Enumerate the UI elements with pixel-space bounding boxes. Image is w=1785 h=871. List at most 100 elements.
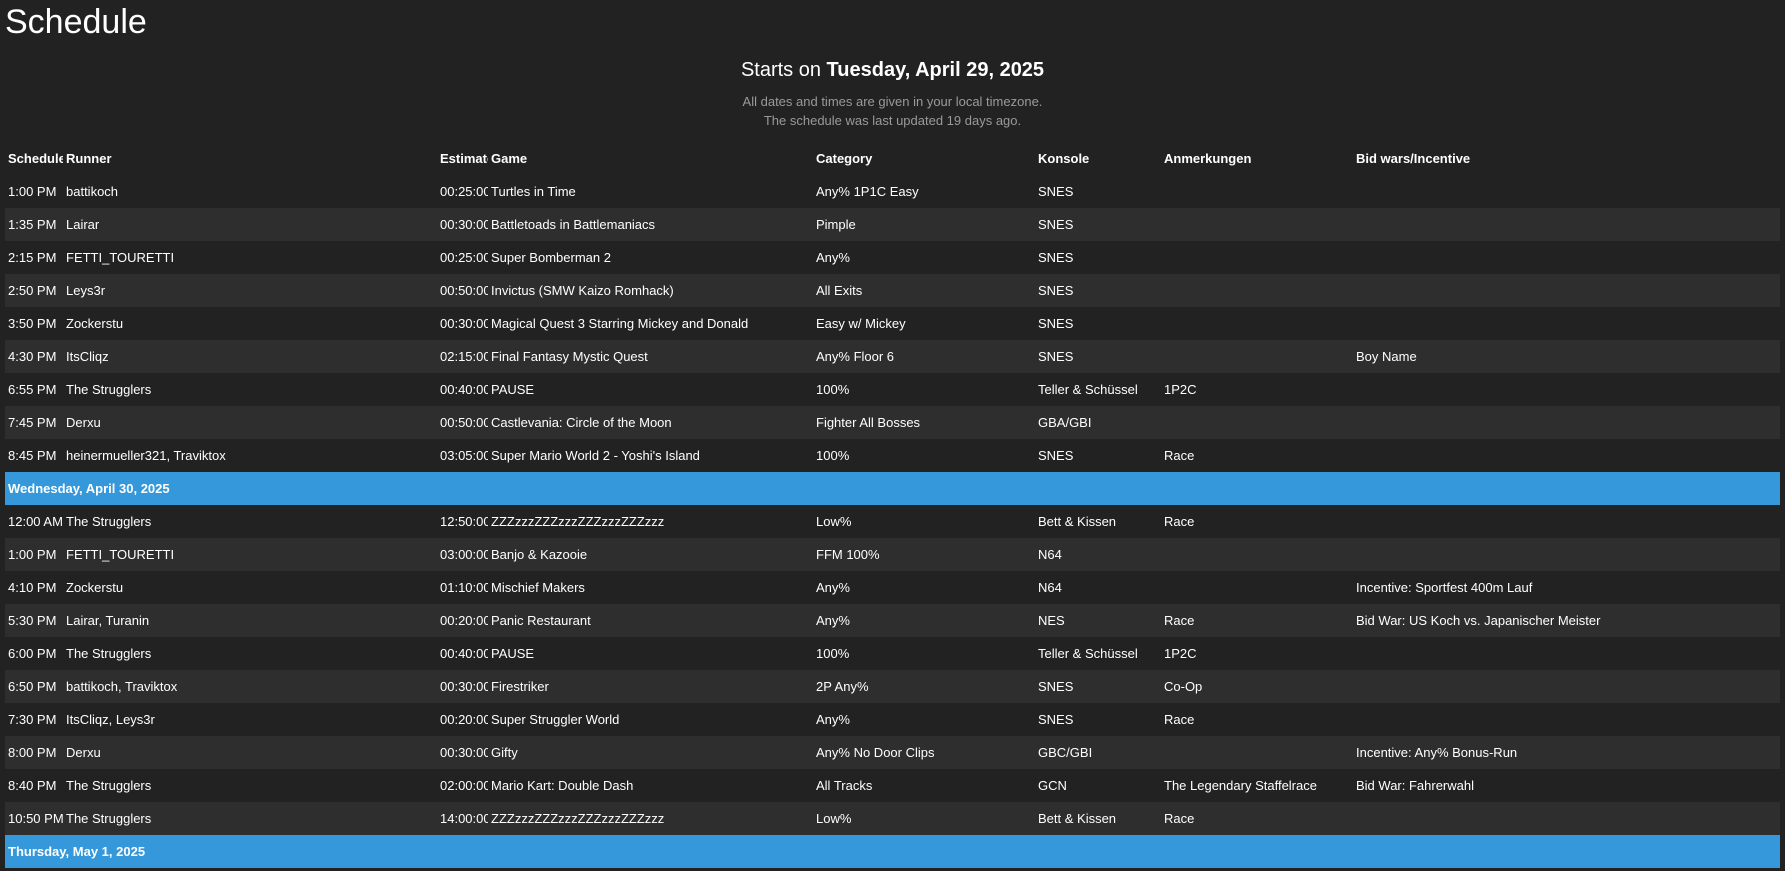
cell-scheduled-time: 1:35 PM: [8, 217, 57, 232]
cell-game: Magical Quest 3 Starring Mickey and Dona…: [491, 316, 749, 331]
cell-bid-war: [1353, 406, 1780, 439]
cell-console: SNES: [1038, 712, 1074, 727]
cell-bid-war: Bid War: Fahrerwahl: [1356, 778, 1474, 793]
cell-bid-war: [1353, 703, 1780, 736]
cell-scheduled-time: 10:50 PM: [8, 811, 63, 826]
cell-bid-war: Boy Name: [1356, 349, 1417, 364]
cell-game: Gifty: [491, 745, 518, 760]
cell-console: SNES: [1038, 184, 1074, 199]
cell-console: NES: [1038, 613, 1065, 628]
cell-scheduled-time: 8:45 PM: [8, 448, 57, 463]
cell-category: Low%: [816, 514, 852, 529]
cell-runner: ItsCliqz: [66, 349, 109, 364]
cell-notes: 1P2C: [1164, 646, 1197, 661]
cell-runner: Lairar: [66, 217, 100, 232]
schedule-row: 5:30 PM Lairar, Turanin 00:20:00 Panic Rest…: [5, 604, 1780, 637]
schedule-table-header: Scheduled Runner Estimate Game Category …: [5, 142, 1780, 175]
cell-console: Bett & Kissen: [1038, 514, 1117, 529]
cell-scheduled-time: 6:50 PM: [8, 679, 57, 694]
cell-bid-war: [1353, 208, 1780, 241]
cell-runner: heinermueller321, Traviktox: [66, 448, 226, 463]
cell-scheduled-time: 8:00 PM: [8, 745, 57, 760]
cell-runner: FETTI_TOURETTI: [66, 547, 175, 562]
cell-category: 100%: [816, 382, 850, 397]
schedule-table-body: 1:00 PM battikoch 00:25:00 Turtles in Time A…: [5, 175, 1780, 868]
column-header-notes: Anmerkungen: [1164, 151, 1252, 166]
schedule-row: 8:40 PM The Strugglers 02:00:00 Mario Kart:…: [5, 769, 1780, 802]
cell-notes: [1161, 736, 1353, 769]
cell-category: Any% No Door Clips: [816, 745, 935, 760]
cell-console: N64: [1038, 547, 1062, 562]
cell-category: Low%: [816, 811, 852, 826]
day-divider-label: Thursday, May 1, 2025: [5, 835, 1780, 868]
column-header-bid-wars: Bid wars/Incentive: [1356, 151, 1471, 166]
cell-notes: [1161, 208, 1353, 241]
cell-category: Fighter All Bosses: [816, 415, 921, 430]
cell-scheduled-time: 5:30 PM: [8, 613, 57, 628]
column-header-scheduled: Scheduled: [8, 151, 63, 166]
column-header-estimate: Estimate: [440, 151, 488, 166]
cell-notes: [1161, 406, 1353, 439]
column-header-runner: Runner: [66, 151, 112, 166]
cell-category: Pimple: [816, 217, 856, 232]
cell-scheduled-time: 2:15 PM: [8, 250, 57, 265]
cell-runner: FETTI_TOURETTI: [66, 250, 175, 265]
cell-notes: [1161, 274, 1353, 307]
cell-runner: The Strugglers: [66, 646, 152, 661]
cell-bid-war: [1353, 505, 1780, 538]
cell-console: SNES: [1038, 679, 1074, 694]
cell-category: FFM 100%: [816, 547, 880, 562]
cell-notes: [1161, 241, 1353, 274]
cell-notes: Race: [1164, 448, 1195, 463]
cell-runner: Leys3r: [66, 283, 106, 298]
cell-console: SNES: [1038, 316, 1074, 331]
cell-notes: [1161, 175, 1353, 208]
cell-console: SNES: [1038, 250, 1074, 265]
timezone-note: All dates and times are given in your lo…: [742, 94, 1043, 109]
cell-game: Super Bomberman 2: [491, 250, 611, 265]
cell-category: 2P Any%: [816, 679, 869, 694]
cell-estimate: 03:05:00: [440, 448, 488, 463]
cell-estimate: 03:00:00: [440, 547, 488, 562]
cell-notes: Race: [1164, 811, 1195, 826]
cell-bid-war: Incentive: Sportfest 400m Lauf: [1356, 580, 1533, 595]
cell-scheduled-time: 8:40 PM: [8, 778, 57, 793]
cell-runner: battikoch, Traviktox: [66, 679, 178, 694]
cell-bid-war: [1353, 802, 1780, 835]
cell-notes: Co-Op: [1164, 679, 1203, 694]
schedule-row: 8:00 PM Derxu 00:30:00 Gifty Any% No Door Cl…: [5, 736, 1780, 769]
cell-game: PAUSE: [491, 646, 535, 661]
cell-estimate: 00:25:00: [440, 250, 488, 265]
cell-game: ZZZzzzZZZzzzZZZzzzZZZzzz: [491, 514, 665, 529]
cell-notes: Race: [1164, 514, 1195, 529]
cell-game: Battletoads in Battlemaniacs: [491, 217, 656, 232]
cell-scheduled-time: 6:55 PM: [8, 382, 57, 397]
cell-estimate: 00:20:00: [440, 712, 488, 727]
cell-category: All Exits: [816, 283, 863, 298]
cell-estimate: 14:00:00: [440, 811, 488, 826]
cell-bid-war: [1353, 538, 1780, 571]
cell-notes: [1161, 571, 1353, 604]
cell-estimate: 02:00:00: [440, 778, 488, 793]
cell-console: GBA/GBI: [1038, 415, 1092, 430]
column-header-category: Category: [816, 151, 873, 166]
cell-game: Final Fantasy Mystic Quest: [491, 349, 648, 364]
cell-estimate: 01:10:00: [440, 580, 488, 595]
cell-game: Mario Kart: Double Dash: [491, 778, 634, 793]
schedule-row: 8:45 PM heinermueller321, Traviktox 03:05:…: [5, 439, 1780, 472]
cell-bid-war: [1353, 637, 1780, 670]
cell-bid-war: [1353, 274, 1780, 307]
cell-bid-war: [1353, 175, 1780, 208]
cell-game: Panic Restaurant: [491, 613, 591, 628]
schedule-row: 4:10 PM Zockerstu 01:10:00 Mischief Makers A…: [5, 571, 1780, 604]
cell-bid-war: [1353, 670, 1780, 703]
page-title: Schedule: [5, 3, 147, 41]
cell-scheduled-time: 2:50 PM: [8, 283, 57, 298]
cell-estimate: 00:50:00: [440, 283, 488, 298]
cell-game: Mischief Makers: [491, 580, 585, 595]
starts-prefix: Starts on: [740, 59, 827, 81]
cell-console: N64: [1038, 580, 1062, 595]
cell-game: Firestriker: [491, 679, 549, 694]
cell-console: SNES: [1038, 283, 1074, 298]
cell-console: Teller & Schüssel: [1038, 382, 1138, 397]
